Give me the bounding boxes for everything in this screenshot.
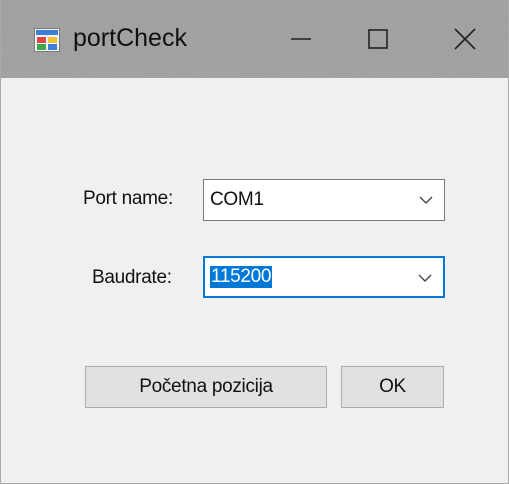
port-check-window: portCheck Port name: COM1 Baudrate: 1152… (0, 0, 509, 484)
chevron-down-icon[interactable] (417, 272, 433, 284)
ok-button[interactable]: OK (341, 366, 444, 408)
window-title: portCheck (73, 24, 187, 52)
maximize-button[interactable] (334, 0, 422, 78)
baudrate-value: 115200 (210, 266, 273, 288)
port-name-value: COM1 (210, 189, 264, 210)
baudrate-label: Baudrate: (92, 267, 172, 288)
close-button[interactable] (421, 0, 509, 78)
maximize-icon (368, 29, 388, 49)
close-icon (454, 28, 476, 50)
app-window-icon (34, 28, 60, 52)
minimize-button[interactable] (257, 0, 345, 78)
title-bar[interactable]: portCheck (1, 0, 508, 78)
minimize-icon (291, 38, 311, 40)
chevron-down-icon[interactable] (418, 194, 434, 206)
baudrate-combobox[interactable]: 115200 (203, 256, 445, 298)
port-name-label: Port name: (83, 188, 173, 209)
start-position-button[interactable]: Početna pozicija (85, 366, 327, 408)
port-name-combobox[interactable]: COM1 (203, 179, 445, 221)
